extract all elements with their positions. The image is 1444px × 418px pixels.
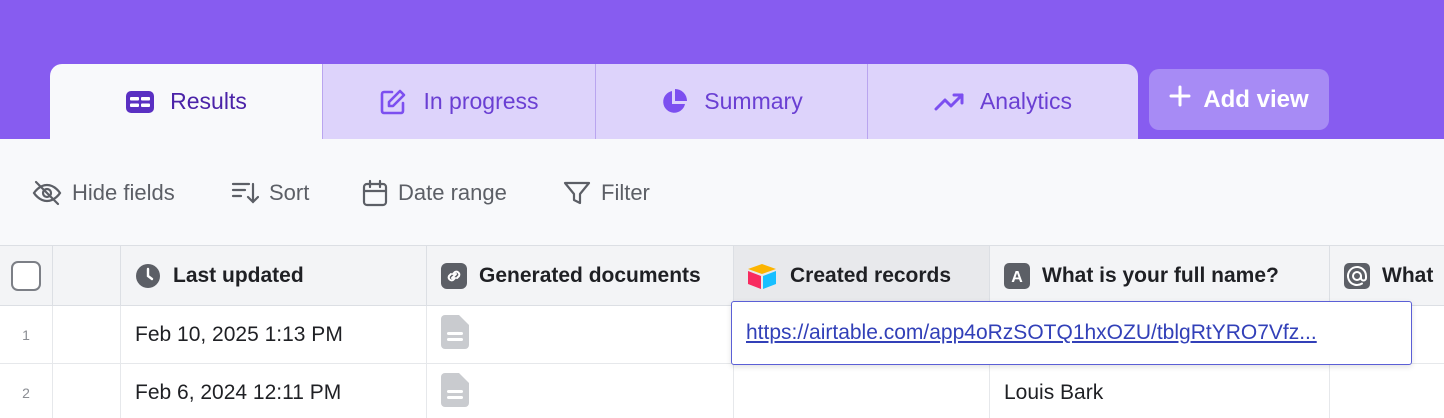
- expand-header-cell: [53, 246, 121, 306]
- tab-summary[interactable]: Summary: [596, 64, 867, 139]
- text-field-icon: A: [1004, 262, 1030, 289]
- select-all-cell: [0, 246, 53, 306]
- column-header-full-name[interactable]: A What is your full name?: [990, 246, 1330, 306]
- airtable-logo-icon: [746, 263, 778, 289]
- sort-label: Sort: [269, 180, 310, 205]
- cell-link-popup: https://airtable.com/app4oRzSOTQ1hxOZU/t…: [731, 301, 1412, 365]
- plus-icon: [1169, 85, 1191, 114]
- pie-chart-icon: [660, 88, 688, 116]
- column-header-created-records[interactable]: Created records: [734, 246, 990, 306]
- add-view-button[interactable]: Add view: [1149, 69, 1329, 130]
- row-number: 1: [0, 306, 53, 364]
- filter-icon: [563, 179, 591, 207]
- cell-created-records[interactable]: [734, 364, 990, 418]
- filter-label: Filter: [601, 180, 650, 205]
- tab-results[interactable]: Results: [50, 64, 323, 139]
- document-icon[interactable]: [441, 372, 469, 413]
- tab-analytics[interactable]: Analytics: [868, 64, 1138, 139]
- tab-label: Summary: [704, 88, 803, 114]
- column-header-last-updated[interactable]: Last updated: [121, 246, 427, 306]
- document-icon[interactable]: [441, 314, 469, 355]
- column-label: Created records: [790, 263, 952, 287]
- calendar-icon: [362, 179, 388, 207]
- tab-in-progress[interactable]: In progress: [323, 64, 595, 139]
- clock-icon: [135, 263, 161, 289]
- column-header-generated-documents[interactable]: Generated documents: [427, 246, 734, 306]
- cell-last-updated[interactable]: Feb 10, 2025 1:13 PM: [121, 306, 427, 364]
- row-expand-cell[interactable]: [53, 364, 121, 418]
- row-number: 2: [0, 364, 53, 418]
- column-label: Last updated: [173, 263, 304, 287]
- trending-up-icon: [934, 92, 964, 112]
- column-header-what[interactable]: What: [1330, 246, 1444, 306]
- sort-icon: [231, 180, 259, 206]
- tab-label: Results: [170, 88, 247, 114]
- row-expand-cell[interactable]: [53, 306, 121, 364]
- tab-label: In progress: [423, 88, 539, 114]
- date-range-button[interactable]: Date range: [362, 175, 507, 211]
- column-label: Generated documents: [479, 263, 701, 287]
- hide-fields-button[interactable]: Hide fields: [32, 175, 175, 211]
- edit-icon: [379, 88, 407, 116]
- at-sign-icon: [1344, 262, 1370, 289]
- cell-generated-documents[interactable]: [427, 364, 734, 418]
- cell-generated-documents[interactable]: [427, 306, 734, 364]
- record-url-link[interactable]: https://airtable.com/app4oRzSOTQ1hxOZU/t…: [746, 321, 1317, 345]
- cell-full-name[interactable]: Louis Bark: [990, 364, 1330, 418]
- select-all-checkbox[interactable]: [11, 260, 41, 291]
- date-range-label: Date range: [398, 180, 507, 205]
- column-label: What is your full name?: [1042, 263, 1279, 287]
- svg-text:A: A: [1011, 269, 1023, 286]
- view-toolbar: Hide fields Sort Date range Filter: [0, 139, 1444, 245]
- link-icon: [441, 262, 467, 289]
- cell-last-updated[interactable]: Feb 6, 2024 12:11 PM: [121, 364, 427, 418]
- column-label: What: [1382, 263, 1434, 287]
- sort-button[interactable]: Sort: [231, 175, 309, 211]
- cell-what[interactable]: [1330, 364, 1444, 418]
- table-icon: [126, 90, 155, 113]
- tab-label: Analytics: [979, 88, 1073, 114]
- filter-button[interactable]: Filter: [563, 175, 650, 211]
- add-view-label: Add view: [1203, 85, 1309, 113]
- hide-fields-label: Hide fields: [72, 180, 175, 205]
- eye-off-icon: [32, 180, 62, 206]
